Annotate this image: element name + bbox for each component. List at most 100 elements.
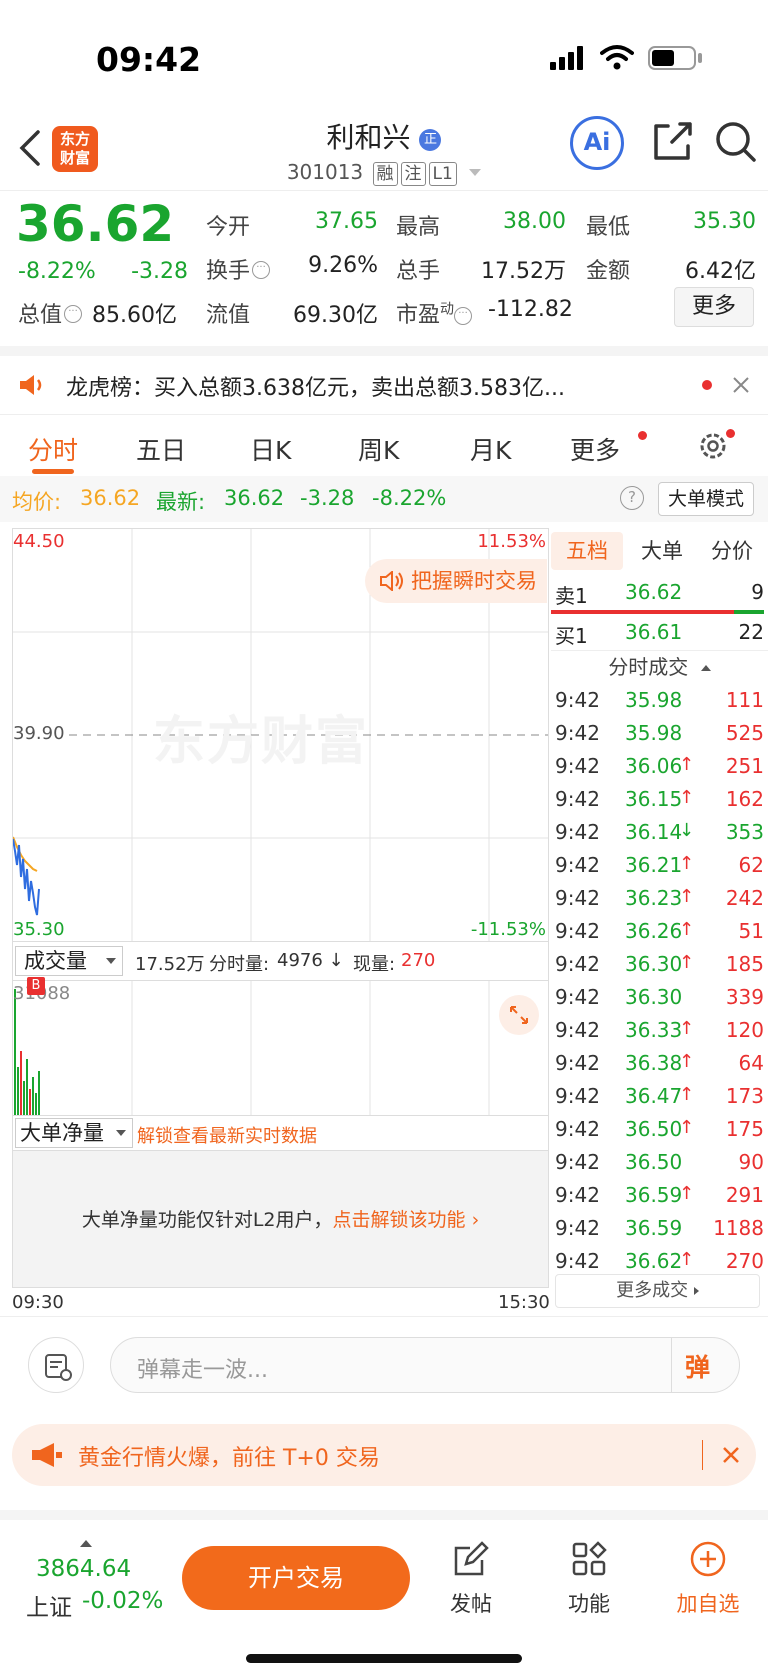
search-icon[interactable] [714,120,758,164]
trade-price: 36.62 [625,1249,683,1273]
last-change: -3.28 [300,486,355,510]
trade-price: 35.98 [625,721,683,745]
book-tab-price-level[interactable]: 分价 [699,532,765,570]
big-order-selector[interactable]: 大单净量 [15,1118,133,1148]
trade-volume: 1188 [713,1216,764,1240]
mktcap-value: 85.60亿 [92,303,177,328]
share-icon[interactable] [650,120,694,164]
change-amount: -3.28 [131,259,188,284]
tab-daily-k[interactable]: 日K [250,431,291,467]
help-icon[interactable]: ? [620,486,644,510]
intraday-chart[interactable]: 东方财富 44.50 39.90 35.30 11.53% -11.53% 把握… [12,528,549,942]
order-book: 五档 大单 分价 卖1 36.62 9 买1 36.61 22 分时成交 9:4… [551,528,768,1314]
quote-panel: 36.62 -8.22% -3.28 今开 37.65 最高 38.00 最低 … [0,190,768,346]
settings-dot [726,429,735,438]
trade-row: 9:42 36.15 ↑ 162 [551,783,768,816]
index-widget[interactable]: 3864.64 上证 -0.02% [20,1530,170,1640]
trade-time: 9:42 [555,820,600,844]
function-button[interactable]: 功能 [554,1540,624,1640]
big-order-mode-button[interactable]: 大单模式 [658,482,754,516]
book-tab-big-order[interactable]: 大单 [629,532,695,570]
price-info-bar: 均价: 36.62 最新: 36.62 -3.28 -8.22% ? 大单模式 [0,476,768,522]
trade-volume: 51 [738,919,764,943]
gear-icon[interactable] [696,429,730,463]
info-icon: ··· [252,261,271,279]
danmu-button[interactable]: 弹 [685,1348,710,1384]
close-icon[interactable] [732,376,750,394]
dragon-tiger-notice[interactable]: 龙虎榜：买入总额3.638亿元，卖出总额3.583亿... [0,346,768,414]
gold-promo-banner[interactable]: 黄金行情火爆，前往 T+0 交易 [12,1424,756,1486]
tab-weekly-k[interactable]: 周K [358,431,399,467]
trade-price: 36.59 [625,1216,683,1240]
trade-volume: 242 [725,886,764,910]
trade-price: 36.33 [625,1018,683,1042]
tag-margin: 融 [372,162,398,186]
y-mid-label: 39.90 [13,723,65,744]
triangle-up-icon [80,1540,92,1547]
change-percent: -8.22% [18,259,96,284]
y-bottom-label: 35.30 [13,919,65,940]
trades-title[interactable]: 分时成交 [551,650,768,682]
unlock-link[interactable]: 解锁查看最新实时数据 [137,1122,317,1148]
last-label: 最新: [156,490,206,514]
trade-volume: 525 [725,721,764,745]
big-order-message: 大单净量功能仅针对L2用户，点击解锁该功能 › [81,1209,480,1231]
trade-row: 9:42 36.21 ↑ 62 [551,849,768,882]
add-watchlist-button[interactable]: 加自选 [668,1540,748,1640]
trade-volume: 291 [725,1183,764,1207]
buy-sell-ratio-bar [551,610,764,614]
volume-chart[interactable]: 31088 B [12,977,549,1116]
tab-more[interactable]: 更多 [570,431,620,467]
low-label: 最低 [586,215,631,240]
tab-minute[interactable]: 分时 [28,431,78,467]
trade-price: 36.23 [625,886,683,910]
trade-time: 9:42 [555,1117,600,1141]
volume-selector[interactable]: 成交量 [15,946,123,976]
trade-volume: 90 [738,1150,764,1174]
open-account-button[interactable]: 开户交易 [182,1546,410,1610]
avg-value: 36.62 [80,486,141,510]
stock-name: 利和兴 [326,121,411,154]
trade-volume: 120 [725,1018,764,1042]
buy-marker-icon: B [27,977,45,995]
sell1-volume: 9 [751,580,764,604]
wifi-icon [600,45,634,70]
danmu-input[interactable]: 弹幕走一波... 弹 [110,1337,740,1393]
time-start-label: 09:30 [12,1292,64,1313]
book-tab-five-level[interactable]: 五档 [551,532,623,570]
volume-header: 成交量 17.52万 分时量: 4976 ↓ 现量: 270 [12,942,549,980]
trade-row: 9:42 36.26 ↑ 51 [551,915,768,948]
trade-price: 36.38 [625,1051,683,1075]
more-dot [638,431,647,440]
expand-icon[interactable] [499,995,539,1035]
index-value: 3864.64 [36,1556,132,1582]
trade-direction-icon: ↑ [679,1249,695,1270]
pct-top-label: 11.53% [477,531,546,552]
tab-monthly-k[interactable]: 月K [470,431,511,467]
close-icon[interactable] [722,1446,740,1464]
stock-header: 东方 财富 利和兴 正 301013 融注 L1 Ai [0,110,768,190]
unlock-feature-link[interactable]: 点击解锁该功能 [333,1209,466,1231]
trade-row: 9:42 36.47 ↑ 173 [551,1080,768,1113]
low-value: 35.30 [693,209,756,234]
more-button[interactable]: 更多 [674,287,754,327]
notes-icon[interactable] [28,1337,84,1393]
comment-bar: 弹幕走一波... 弹 [0,1316,768,1412]
ai-button[interactable]: Ai [570,116,624,170]
volume-total: 17.52万 [135,954,205,975]
last-value: 36.62 [224,486,285,510]
tab-five-day[interactable]: 五日 [136,431,186,467]
flash-trade-button[interactable]: 把握瞬时交易 [365,559,547,603]
chart-watermark: 东方财富 [153,712,370,772]
time-end-label: 15:30 [498,1292,550,1313]
chevron-down-icon[interactable] [469,169,482,176]
grid-icon [572,1541,607,1576]
status-bar: 09:42 [0,0,768,110]
tag-l1: L1 [428,162,457,186]
promo-text: 黄金行情火爆，前往 T+0 交易 [78,1446,380,1471]
trade-time: 9:42 [555,1249,600,1273]
more-trades-button[interactable]: 更多成交 [555,1274,760,1308]
pe-value: -112.82 [488,297,573,322]
post-button[interactable]: 发帖 [436,1540,506,1640]
last-change-pct: -8.22% [372,486,447,510]
